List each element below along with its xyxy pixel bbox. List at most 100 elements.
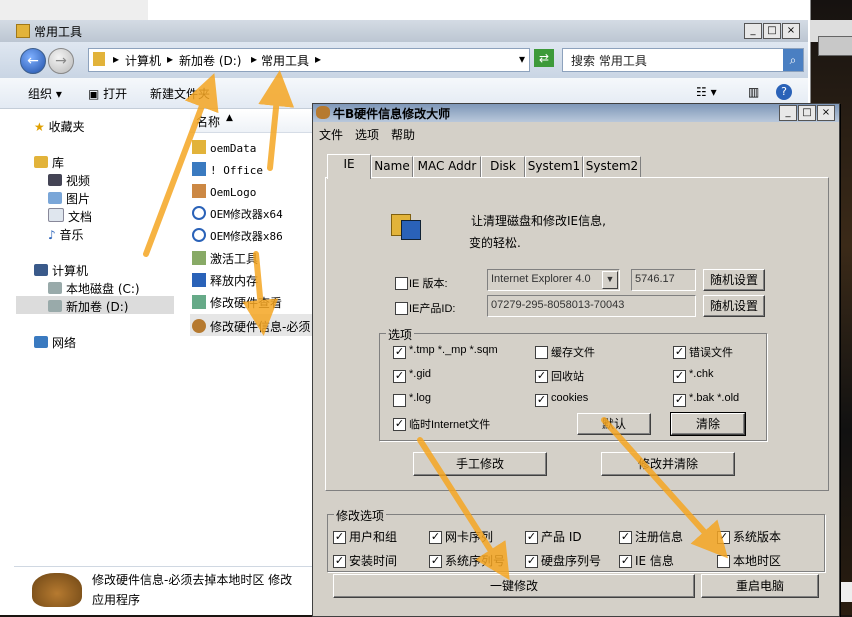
tab-mac[interactable]: MAC Addr [413, 156, 481, 177]
breadcrumb-computer[interactable]: 计算机 [125, 52, 161, 69]
option-label: 临时Internet文件 [409, 419, 491, 431]
option-checkbox[interactable]: ✓ [393, 346, 406, 359]
file-item-selected[interactable]: 修改硬件信息-必须 [192, 318, 310, 335]
default-button[interactable]: 默认 [577, 413, 651, 435]
one-click-modify-button[interactable]: 一键修改 [333, 574, 695, 598]
nav-libraries[interactable]: 库 [34, 154, 64, 171]
file-item[interactable]: 修改硬件查看 [192, 294, 282, 311]
help-icon[interactable]: ? [776, 84, 792, 100]
ie-version-select[interactable]: Internet Explorer 4.0 ▼ [487, 269, 620, 291]
menu-file[interactable]: 文件 [319, 126, 343, 143]
new-folder-button[interactable]: 新建文件夹 [150, 85, 210, 102]
modify-option-checkbox[interactable]: ✓ [619, 531, 632, 544]
nav-drive-c[interactable]: 本地磁盘 (C:) [48, 280, 140, 297]
option-checkbox[interactable]: ✓ [393, 370, 406, 383]
nav-network[interactable]: 网络 [34, 334, 76, 351]
option-checkbox[interactable]: ✓ [393, 418, 406, 431]
dialog-minimize-button[interactable]: _ [779, 105, 797, 121]
app-icon [192, 228, 206, 242]
close-button[interactable]: × [782, 23, 800, 39]
random-setting-button-2[interactable]: 随机设置 [703, 295, 765, 317]
organize-button[interactable]: 组织 ▾ [28, 85, 62, 102]
file-item[interactable]: OemLogo [192, 184, 256, 199]
modify-options-caption: 修改选项 [334, 507, 387, 524]
chevron-down-icon[interactable]: ▾ [519, 52, 525, 66]
modify-option-checkbox[interactable]: ✓ [619, 555, 632, 568]
tab-system1[interactable]: System1 [525, 156, 583, 177]
option-checkbox[interactable]: ✓ [535, 370, 548, 383]
file-item[interactable]: OEM修改器x64 [192, 206, 283, 222]
ie-version-number-field[interactable]: 5746.17 [631, 269, 696, 291]
minimize-button[interactable]: _ [744, 23, 762, 39]
dialog-close-button[interactable]: × [817, 105, 835, 121]
nav-documents[interactable]: 文档 [48, 208, 92, 225]
forward-button[interactable]: → [48, 48, 74, 74]
file-item[interactable]: OEM修改器x86 [192, 228, 283, 244]
tab-disk[interactable]: Disk [481, 156, 525, 177]
nav-computer[interactable]: 计算机 [34, 262, 88, 279]
modify-option-checkbox[interactable] [717, 555, 730, 568]
reboot-button[interactable]: 重启电脑 [701, 574, 819, 598]
file-item[interactable]: 激活工具 [192, 250, 258, 267]
ie-version-checkbox[interactable] [395, 277, 408, 290]
menu-help[interactable]: 帮助 [391, 126, 415, 143]
random-setting-button-1[interactable]: 随机设置 [703, 269, 765, 291]
tab-system2[interactable]: System2 [583, 156, 641, 177]
app-icon [192, 251, 206, 265]
ie-productid-checkbox[interactable] [395, 302, 408, 315]
option-label: *.chk [689, 368, 714, 380]
app-icon [192, 295, 206, 309]
tab-ie[interactable]: IE [327, 154, 371, 179]
modify-option-checkbox[interactable]: ✓ [333, 555, 346, 568]
ie-productid-field[interactable]: 07279-295-8058013-70043 [487, 295, 696, 317]
file-item[interactable]: ! Office [192, 162, 263, 177]
nav-favorites[interactable]: ★ 收藏夹 [34, 118, 85, 135]
search-icon[interactable]: ⌕ [783, 49, 803, 71]
file-item[interactable]: 释放内存 [192, 272, 258, 289]
option-checkbox[interactable] [535, 346, 548, 359]
option-checkbox[interactable] [393, 394, 406, 407]
clear-button[interactable]: 清除 [670, 412, 746, 436]
sort-icon: ▲ [226, 113, 233, 123]
manual-modify-button[interactable]: 手工修改 [413, 452, 547, 476]
folder-icon [192, 140, 206, 154]
nav-videos[interactable]: 视频 [48, 172, 90, 189]
dialog-maximize-button[interactable]: □ [798, 105, 816, 121]
intro-text-2: 变的轻松. [469, 236, 521, 250]
breadcrumb[interactable]: ▸ 计算机 ▸ 新加卷 (D:) ▸ 常用工具 ▸ ▾ [88, 48, 530, 72]
modify-option-checkbox[interactable]: ✓ [717, 531, 730, 544]
file-item[interactable]: oemData [192, 140, 256, 155]
music-icon: ♪ [48, 228, 56, 242]
open-button[interactable]: ▣ 打开 [88, 85, 127, 102]
menu-bar: 文件 选项 帮助 [313, 123, 839, 143]
preview-pane-icon[interactable]: ▥ [748, 85, 759, 99]
modify-option-checkbox[interactable]: ✓ [333, 531, 346, 544]
search-input[interactable]: 搜索 常用工具 ⌕ [562, 48, 804, 72]
maximize-button[interactable]: □ [763, 23, 781, 39]
nav-music[interactable]: ♪ 音乐 [48, 226, 84, 243]
back-button[interactable]: ← [20, 48, 46, 74]
explorer-title: 常用工具 [34, 25, 83, 39]
nav-drive-d[interactable]: 新加卷 (D:) [48, 298, 128, 315]
breadcrumb-drive[interactable]: 新加卷 (D:) [179, 52, 241, 69]
nav-pictures[interactable]: 图片 [48, 190, 90, 207]
view-icon[interactable]: ☷ ▾ [696, 85, 717, 99]
modify-option-checkbox[interactable]: ✓ [525, 555, 538, 568]
modify-option-checkbox[interactable]: ✓ [525, 531, 538, 544]
drive-icon [48, 282, 62, 294]
refresh-button[interactable]: ⇄ [534, 49, 554, 67]
option-label: 缓存文件 [551, 347, 595, 359]
menu-options[interactable]: 选项 [355, 126, 379, 143]
option-checkbox[interactable]: ✓ [535, 394, 548, 407]
option-checkbox[interactable]: ✓ [673, 346, 686, 359]
tab-name[interactable]: Name [371, 156, 413, 177]
column-header-name[interactable]: 名称 ▲ [190, 110, 320, 133]
chevron-down-icon[interactable]: ▼ [602, 271, 618, 289]
modify-option-checkbox[interactable]: ✓ [429, 555, 442, 568]
breadcrumb-folder[interactable]: 常用工具 [261, 52, 309, 69]
option-label: cookies [551, 392, 589, 404]
modify-option-checkbox[interactable]: ✓ [429, 531, 442, 544]
option-checkbox[interactable]: ✓ [673, 370, 686, 383]
option-checkbox[interactable]: ✓ [673, 394, 686, 407]
modify-and-clear-button[interactable]: 修改并清除 [601, 452, 735, 476]
